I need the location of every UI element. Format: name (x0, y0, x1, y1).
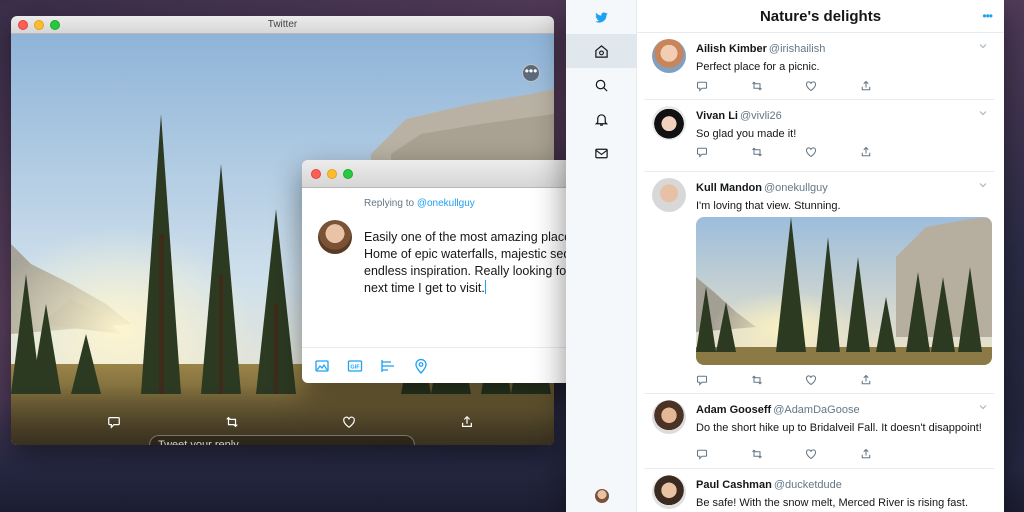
compose-user-avatar (318, 220, 352, 254)
tweet-author-handle[interactable]: @onekullguy (764, 182, 828, 194)
image-icon[interactable] (314, 358, 330, 374)
sidebar-item-notifications[interactable] (566, 102, 637, 136)
tweet-landscape-photo (696, 217, 992, 365)
reply-input[interactable]: Tweet your reply (149, 435, 415, 445)
tweet-author-handle[interactable]: @irishailish (769, 43, 825, 55)
retweet-icon[interactable] (751, 448, 763, 460)
share-icon[interactable] (860, 146, 872, 158)
tweet[interactable]: Ailish Kimber @irishailish Perfect place … (644, 33, 994, 100)
location-icon[interactable] (413, 358, 429, 374)
sidebar-item-home[interactable] (566, 34, 637, 68)
reply-icon[interactable] (696, 80, 708, 92)
timeline-header: Nature's delights ••• (637, 0, 1004, 33)
close-compose-button[interactable] (311, 169, 321, 179)
zoom-compose-button[interactable] (343, 169, 353, 179)
like-icon[interactable] (805, 80, 817, 92)
chevron-down-icon[interactable] (978, 402, 988, 412)
reply-handle-link[interactable]: @onekullguy (417, 198, 475, 209)
share-icon[interactable] (460, 415, 474, 429)
home-icon (595, 44, 608, 58)
retweet-icon[interactable] (751, 146, 763, 158)
tweet-author-handle[interactable]: @ducketdude (774, 479, 842, 491)
tweet-text: I'm loving that view. Stunning. (696, 200, 841, 212)
tweet-author-handle[interactable]: @AdamDaGoose (773, 404, 859, 416)
share-icon[interactable] (860, 374, 872, 386)
tweet-text: Perfect place for a picnic. (696, 61, 820, 73)
share-icon[interactable] (860, 80, 872, 92)
sidebar-item-messages[interactable] (566, 136, 637, 170)
tweet-actions (696, 374, 872, 386)
reply-icon[interactable] (107, 415, 121, 429)
tweet-author-name[interactable]: Paul Cashman (696, 479, 772, 491)
retweet-icon[interactable] (751, 80, 763, 92)
replying-to-label: Replying to @onekullguy (364, 198, 475, 209)
photo-actions (107, 415, 474, 431)
twitter-logo[interactable] (566, 0, 637, 34)
reply-icon[interactable] (696, 374, 708, 386)
sidebar-item-search[interactable] (566, 68, 637, 102)
tweet-media-image[interactable] (696, 217, 992, 365)
avatar[interactable] (652, 400, 686, 434)
chevron-down-icon[interactable] (978, 41, 988, 51)
retweet-icon[interactable] (751, 374, 763, 386)
chevron-down-icon[interactable] (978, 180, 988, 190)
timeline-title: Nature's delights (759, 8, 882, 25)
avatar[interactable] (652, 475, 686, 509)
svg-text:GIF: GIF (350, 364, 360, 370)
window-titlebar[interactable]: Twitter (11, 16, 554, 34)
poll-icon[interactable] (380, 358, 396, 374)
avatar[interactable] (652, 39, 686, 73)
tweet[interactable]: Adam Gooseff @AdamDaGoose Do the short hi… (644, 394, 994, 469)
bird-icon (595, 11, 608, 23)
more-options-button[interactable]: ••• (522, 64, 540, 82)
like-icon[interactable] (805, 374, 817, 386)
bell-icon (594, 113, 609, 126)
tweet-author-handle[interactable]: @vivli26 (740, 110, 782, 122)
window-title: Twitter (267, 19, 298, 30)
tweet[interactable]: Vivan Li @vivli26 So glad you made it! (644, 100, 994, 172)
like-icon[interactable] (342, 415, 356, 429)
tweet-author-name[interactable]: Ailish Kimber (696, 43, 767, 55)
reply-icon[interactable] (696, 146, 708, 158)
tweet-actions (696, 448, 872, 460)
tweet[interactable]: Paul Cashman @ducketdude Be safe! With th… (644, 469, 994, 512)
timeline-more-button[interactable]: ••• (982, 9, 993, 23)
like-icon[interactable] (805, 146, 817, 158)
retweet-icon[interactable] (225, 415, 239, 429)
gif-icon[interactable]: GIF (347, 358, 363, 374)
timeline-window: Nature's delights ••• Ailish Kimber @iris… (566, 0, 1004, 512)
sidebar (566, 0, 637, 512)
avatar[interactable] (652, 178, 686, 212)
envelope-icon (595, 148, 608, 158)
search-icon (595, 79, 608, 92)
profile-avatar[interactable] (595, 489, 609, 503)
chevron-down-icon[interactable] (978, 108, 988, 118)
tweet-author-name[interactable]: Adam Gooseff (696, 404, 771, 416)
tweet-actions (696, 80, 872, 92)
tweet[interactable]: Kull Mandon @onekullguy I'm loving that v… (644, 172, 994, 394)
share-icon[interactable] (860, 448, 872, 460)
minimize-compose-button[interactable] (327, 169, 337, 179)
tweet-author-name[interactable]: Kull Mandon (696, 182, 762, 194)
tweet-text: Do the short hike up to Bridalveil Fall.… (696, 422, 982, 434)
tweet-author-name[interactable]: Vivan Li (696, 110, 738, 122)
tweet-text: So glad you made it! (696, 128, 797, 140)
tweet-actions (696, 146, 872, 158)
avatar[interactable] (652, 106, 686, 140)
tweet-text: Be safe! With the snow melt, Merced Rive… (696, 497, 969, 509)
reply-icon[interactable] (696, 448, 708, 460)
like-icon[interactable] (805, 448, 817, 460)
